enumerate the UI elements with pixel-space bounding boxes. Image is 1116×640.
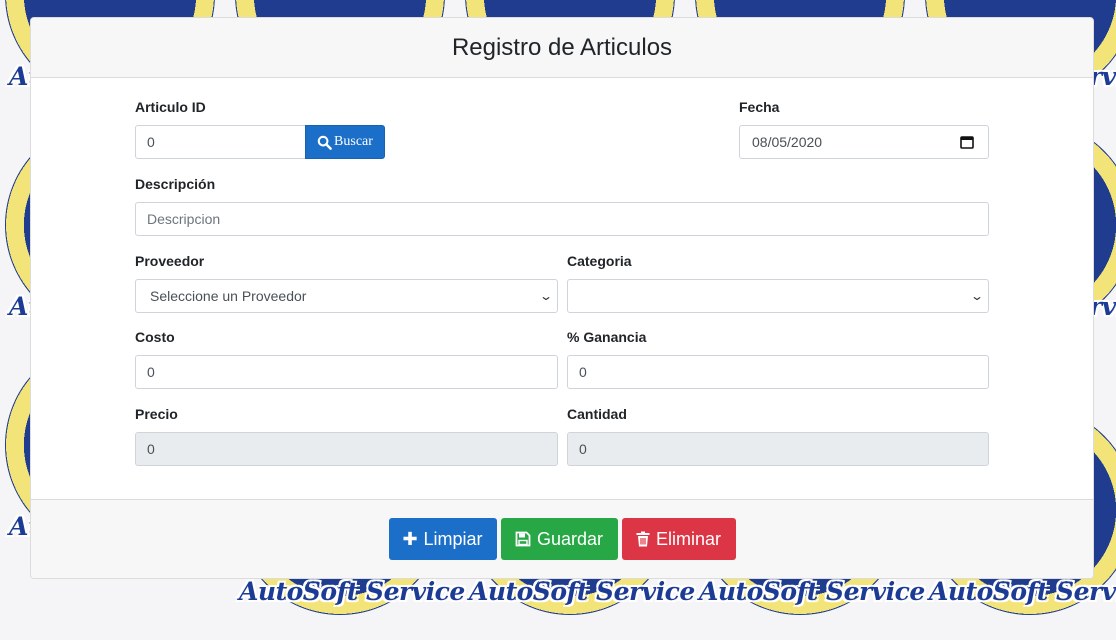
calendar-icon[interactable]	[960, 135, 974, 149]
limpiar-button-label: Limpiar	[423, 528, 483, 549]
chevron-down-icon: ⌄	[969, 289, 985, 303]
descripcion-label: Descripción	[135, 176, 216, 192]
descripcion-input[interactable]: Descripcion	[135, 202, 989, 236]
form-body: Articulo ID 0 Buscar Fecha 08/05/2020 De…	[31, 78, 1093, 498]
floppy-disk-icon	[515, 531, 531, 547]
eliminar-button-label: Eliminar	[655, 528, 721, 549]
fecha-label: Fecha	[739, 99, 780, 115]
articulos-form-card: Registro de Articulos Articulo ID 0 Busc…	[30, 17, 1094, 579]
proveedor-selected: Seleccione un Proveedor	[150, 288, 307, 304]
form-footer: ✚ Limpiar Guardar Eliminar	[31, 499, 1093, 578]
cantidad-label: Cantidad	[567, 406, 627, 422]
ganancia-label: % Ganancia	[567, 329, 647, 345]
trash-icon	[636, 531, 650, 547]
plus-icon: ✚	[402, 529, 418, 549]
page-title: Registro de Articulos	[31, 18, 1093, 78]
buscar-button[interactable]: Buscar	[305, 125, 385, 159]
costo-input[interactable]: 0	[135, 355, 558, 389]
fecha-value: 08/05/2020	[752, 134, 823, 150]
eliminar-button[interactable]: Eliminar	[621, 518, 736, 560]
costo-label: Costo	[135, 329, 175, 345]
ganancia-input[interactable]: 0	[567, 355, 989, 389]
guardar-button-label: Guardar	[536, 528, 604, 549]
articulo-id-input[interactable]: 0	[135, 125, 306, 159]
proveedor-label: Proveedor	[135, 253, 205, 269]
categoria-select[interactable]: ⌄	[567, 279, 989, 313]
articulo-id-label: Articulo ID	[135, 99, 206, 115]
search-icon	[317, 135, 332, 150]
proveedor-select[interactable]: Seleccione un Proveedor ⌄	[135, 279, 558, 313]
chevron-down-icon: ⌄	[538, 289, 554, 303]
buscar-button-label: Buscar	[334, 134, 373, 149]
fecha-input[interactable]: 08/05/2020	[739, 125, 989, 159]
guardar-button[interactable]: Guardar	[500, 518, 618, 560]
limpiar-button[interactable]: ✚ Limpiar	[388, 518, 497, 560]
categoria-label: Categoria	[567, 253, 632, 269]
precio-input: 0	[135, 432, 558, 466]
cantidad-input: 0	[567, 432, 989, 466]
precio-label: Precio	[135, 406, 178, 422]
